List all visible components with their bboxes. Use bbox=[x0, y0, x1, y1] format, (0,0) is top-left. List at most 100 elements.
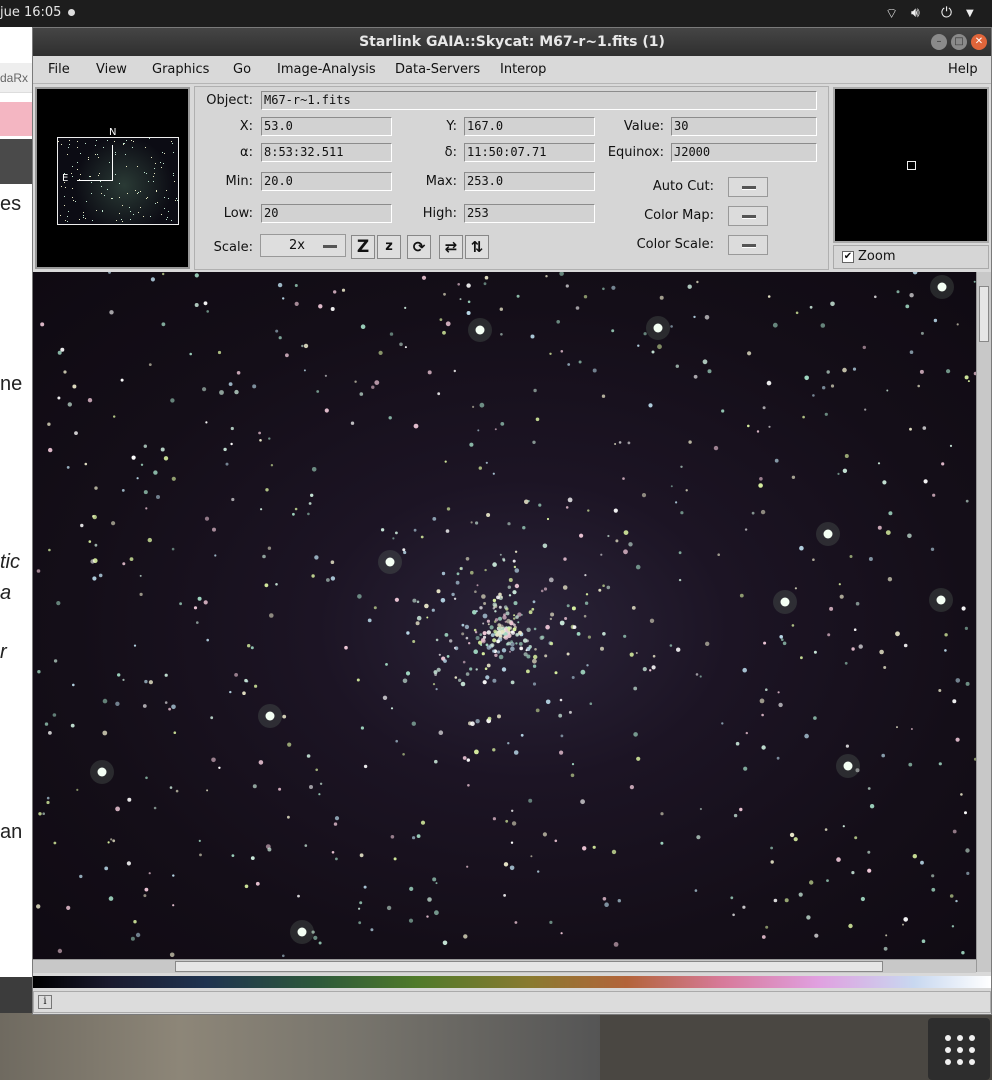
star bbox=[87, 398, 93, 403]
horizontal-scrollbar[interactable] bbox=[33, 959, 976, 973]
color-scale-menu-button[interactable] bbox=[728, 235, 768, 255]
star bbox=[490, 643, 495, 648]
value-field[interactable]: 30 bbox=[671, 117, 817, 136]
star bbox=[169, 952, 175, 958]
vertical-scroll-thumb[interactable] bbox=[979, 286, 989, 342]
star bbox=[849, 555, 853, 558]
star bbox=[585, 593, 589, 596]
zoom-checkbox[interactable]: ✔ bbox=[842, 251, 854, 263]
zoom-out-button[interactable]: z bbox=[377, 235, 401, 259]
bg-tab-label[interactable]: daRx bbox=[0, 71, 28, 85]
wifi-icon[interactable]: ⌔ bbox=[885, 5, 898, 23]
close-icon[interactable]: ✕ bbox=[971, 34, 987, 50]
star bbox=[427, 897, 432, 902]
thumbnail-star bbox=[100, 181, 101, 182]
image-canvas[interactable] bbox=[33, 272, 976, 959]
auto-cut-menu-button[interactable] bbox=[728, 177, 768, 197]
show-applications-button[interactable] bbox=[928, 1018, 990, 1080]
star bbox=[964, 375, 969, 380]
flip-x-icon[interactable]: ⇄ bbox=[439, 235, 463, 259]
star bbox=[204, 516, 210, 521]
menu-view[interactable]: View bbox=[96, 62, 127, 77]
star bbox=[517, 621, 520, 624]
star bbox=[744, 528, 748, 531]
scale-menu-button[interactable]: 2x bbox=[260, 234, 346, 257]
scale-label: Scale: bbox=[213, 240, 253, 255]
star bbox=[388, 416, 392, 420]
menu-graphics[interactable]: Graphics bbox=[152, 62, 209, 77]
menu-help[interactable]: Help bbox=[948, 62, 978, 77]
pan-window[interactable]: N E bbox=[35, 87, 190, 269]
star bbox=[318, 941, 322, 945]
max-field[interactable]: 253.0 bbox=[464, 172, 595, 191]
star bbox=[812, 558, 815, 561]
thumbnail-star bbox=[150, 216, 151, 217]
thumbnail-star bbox=[125, 154, 126, 155]
star bbox=[53, 659, 58, 663]
star bbox=[522, 526, 526, 530]
thumbnail-star bbox=[164, 197, 165, 198]
star bbox=[310, 493, 314, 497]
power-icon[interactable]: ⏻ bbox=[941, 5, 952, 21]
title-bar[interactable]: Starlink GAIA::Skycat: M67-r~1.fits (1) … bbox=[33, 28, 991, 56]
zoom-window[interactable] bbox=[833, 87, 989, 243]
high-field[interactable]: 253 bbox=[464, 204, 595, 223]
ra-field[interactable]: 8:53:32.511 bbox=[261, 143, 392, 162]
menu-data-servers[interactable]: Data-Servers bbox=[395, 62, 480, 77]
horizontal-scroll-thumb[interactable] bbox=[175, 961, 883, 972]
star bbox=[941, 462, 945, 466]
thumbnail-star bbox=[119, 197, 120, 198]
pan-frame[interactable] bbox=[57, 137, 179, 225]
low-field[interactable]: 20 bbox=[261, 204, 392, 223]
star bbox=[229, 690, 232, 694]
star bbox=[486, 645, 491, 650]
object-field[interactable]: M67-r~1.fits bbox=[261, 91, 817, 110]
star bbox=[171, 547, 175, 551]
star bbox=[742, 905, 746, 909]
thumbnail-star bbox=[72, 176, 73, 177]
vertical-scrollbar[interactable] bbox=[976, 272, 991, 972]
star bbox=[571, 676, 575, 679]
star bbox=[798, 892, 803, 897]
star bbox=[530, 334, 535, 339]
y-field[interactable]: 167.0 bbox=[464, 117, 595, 136]
info-icon[interactable]: i bbox=[38, 995, 52, 1009]
star bbox=[562, 585, 568, 590]
volume-icon[interactable]: 🔊︎ bbox=[911, 5, 920, 21]
rotate-icon[interactable]: ⟳ bbox=[407, 235, 431, 259]
star bbox=[519, 646, 524, 651]
star bbox=[358, 921, 362, 925]
star bbox=[52, 713, 57, 717]
menu-file[interactable]: File bbox=[48, 62, 70, 77]
star bbox=[579, 533, 584, 538]
menu-go[interactable]: Go bbox=[233, 62, 251, 77]
star bbox=[466, 311, 471, 315]
bright-star bbox=[937, 282, 947, 292]
star bbox=[356, 678, 360, 682]
star bbox=[102, 698, 108, 704]
star bbox=[827, 633, 831, 637]
flip-y-icon[interactable]: ⇅ bbox=[465, 235, 489, 259]
thumbnail-star bbox=[172, 143, 173, 144]
clock[interactable]: jue 16:05 bbox=[0, 5, 61, 20]
minimize-icon[interactable]: – bbox=[931, 34, 947, 50]
thumbnail-star bbox=[97, 154, 98, 155]
zoom-in-button[interactable]: Z bbox=[351, 235, 375, 259]
color-map-menu-button[interactable] bbox=[728, 206, 768, 226]
star bbox=[756, 430, 760, 433]
x-field[interactable]: 53.0 bbox=[261, 117, 392, 136]
zoom-toggle[interactable]: ✔ Zoom bbox=[833, 245, 989, 269]
maximize-icon[interactable]: □ bbox=[951, 34, 967, 50]
thumbnail-star bbox=[133, 141, 134, 142]
star bbox=[742, 667, 747, 673]
star bbox=[144, 679, 148, 684]
chevron-down-icon[interactable]: ▼ bbox=[966, 8, 974, 19]
star bbox=[315, 768, 319, 772]
min-field[interactable]: 20.0 bbox=[261, 172, 392, 191]
menu-interop[interactable]: Interop bbox=[500, 62, 546, 77]
menu-image-analysis[interactable]: Image-Analysis bbox=[277, 62, 376, 77]
dec-field[interactable]: 11:50:07.71 bbox=[464, 143, 595, 162]
star bbox=[402, 548, 406, 552]
equinox-field[interactable]: J2000 bbox=[671, 143, 817, 162]
thumbnail-star bbox=[164, 153, 165, 154]
